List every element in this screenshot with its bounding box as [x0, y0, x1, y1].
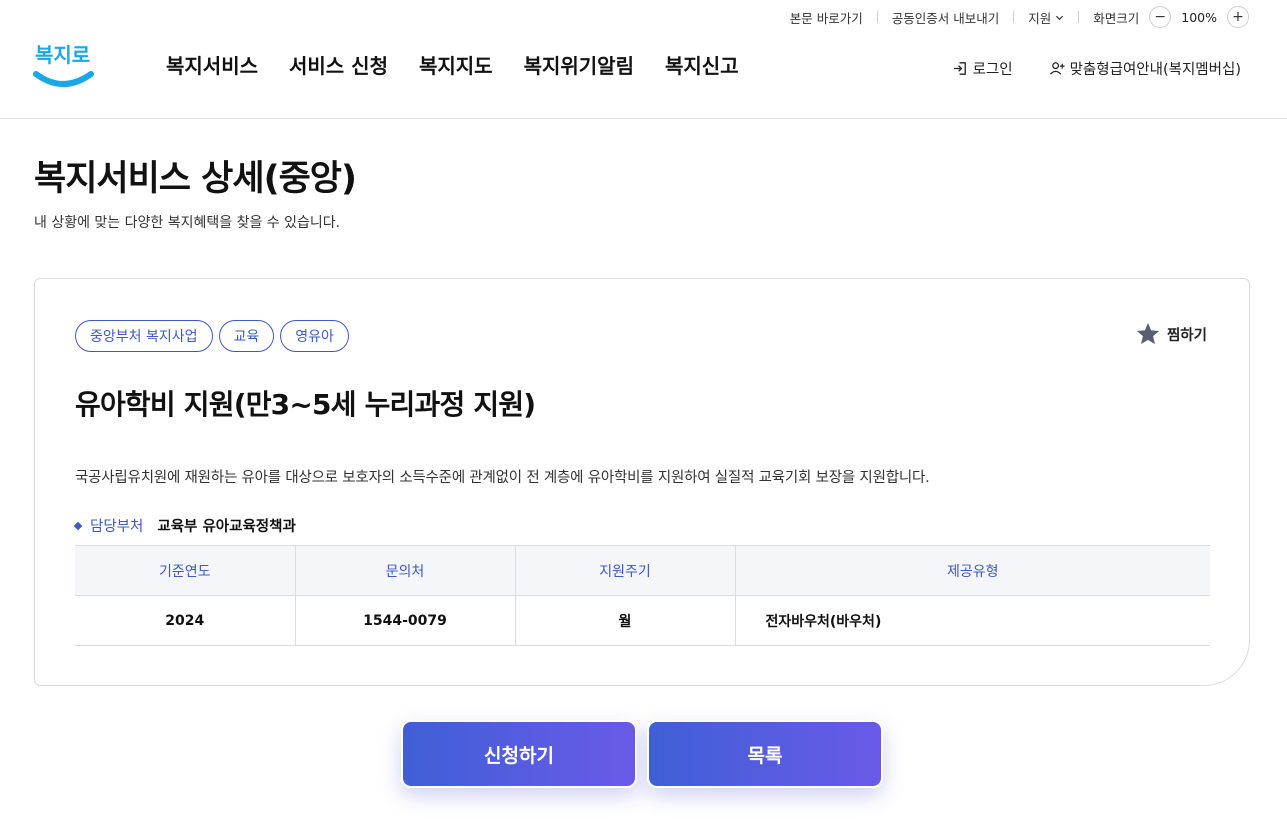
- nav-welfare-services[interactable]: 복지서비스: [166, 50, 258, 79]
- zoom-out-button[interactable]: −: [1149, 6, 1172, 28]
- service-title: 유아학비 지원(만3~5세 누리과정 지원): [75, 388, 536, 421]
- action-buttons: 신청하기 목록: [401, 720, 883, 788]
- department-info: 담당부처 교육부 유아교육정책과: [73, 515, 296, 536]
- page-title: 복지서비스 상세(중앙): [34, 159, 357, 199]
- diamond-bullet-icon: [73, 521, 83, 530]
- login-icon: [953, 62, 966, 75]
- favorite-label: 찜하기: [1166, 327, 1207, 344]
- logo-text: 복지로: [35, 43, 90, 67]
- table-header-row: 기준연도 문의처 지원주기 제공유형: [75, 545, 1210, 596]
- tag-education[interactable]: 교육: [218, 320, 275, 352]
- favorite-button[interactable]: 찜하기: [1135, 321, 1207, 347]
- table-row: 2024 1544-0079 월 전자바우처(바우처): [75, 595, 1210, 646]
- header-provision-type: 제공유형: [734, 545, 1210, 596]
- list-button[interactable]: 목록: [647, 720, 883, 788]
- nav-service-application[interactable]: 서비스 신청: [289, 50, 388, 79]
- department-value: 교육부 유아교육정책과: [157, 519, 296, 535]
- header-base-year: 기준연도: [75, 545, 295, 596]
- service-detail-card: 중앙부처 복지사업 교육 영유아 찜하기 유아학비 지원(만3~5세 누리과정 …: [34, 278, 1250, 686]
- tag-central-ministry[interactable]: 중앙부처 복지사업: [75, 320, 213, 352]
- divider: [1078, 11, 1080, 23]
- membership-label: 맞춤형급여안내(복지멤버십): [1069, 62, 1241, 78]
- service-description: 국공사립유치원에 재원하는 유아를 대상으로 보호자의 소득수준에 관계없이 전…: [75, 470, 930, 486]
- page-subtitle: 내 상황에 맞는 다양한 복지혜택을 찾을 수 있습니다.: [34, 215, 341, 231]
- divider: [1013, 11, 1015, 23]
- cell-provision-type: 전자바우처(바우처): [734, 595, 1210, 646]
- nav-welfare-map[interactable]: 복지지도: [419, 50, 493, 79]
- skip-to-content-link[interactable]: 본문 바로가기: [790, 8, 863, 27]
- apply-button[interactable]: 신청하기: [401, 720, 637, 788]
- support-dropdown[interactable]: 지원: [1028, 8, 1064, 27]
- nav-welfare-crisis-alert[interactable]: 복지위기알림: [524, 50, 634, 79]
- department-label: 담당부처: [90, 519, 144, 535]
- zoom-in-button[interactable]: +: [1227, 6, 1249, 28]
- screen-size-label: 화면크기: [1093, 10, 1140, 26]
- main-navigation: 복지서비스 서비스 신청 복지지도 복지위기알림 복지신고: [166, 50, 739, 79]
- service-tags: 중앙부처 복지사업 교육 영유아: [75, 320, 349, 352]
- user-plus-icon: [1049, 62, 1065, 75]
- login-label: 로그인: [972, 62, 1013, 78]
- header-support-cycle: 지원주기: [514, 545, 735, 596]
- bokjiro-logo[interactable]: 복지로: [33, 36, 95, 92]
- cert-export-link[interactable]: 공동인증서 내보내기: [892, 8, 999, 27]
- header-actions: 로그인 맞춤형급여안내(복지멤버십): [952, 58, 1241, 79]
- service-info-table: 기준연도 문의처 지원주기 제공유형 2024 1544-0079 월 전자바우…: [75, 545, 1210, 646]
- nav-welfare-report[interactable]: 복지신고: [665, 50, 739, 79]
- login-link[interactable]: 로그인: [952, 58, 1013, 79]
- header-divider: [0, 118, 1287, 119]
- header-contact: 문의처: [294, 545, 515, 596]
- utility-bar: 본문 바로가기 공동인증서 내보내기 지원 화면크기 − 100% +: [790, 5, 1249, 29]
- support-label: 지원: [1028, 10, 1052, 26]
- star-icon: [1136, 322, 1160, 345]
- chevron-down-icon: [1056, 15, 1064, 20]
- cell-support-cycle: 월: [514, 595, 735, 646]
- membership-link[interactable]: 맞춤형급여안내(복지멤버십): [1049, 58, 1241, 79]
- zoom-level: 100%: [1181, 9, 1217, 25]
- cell-contact: 1544-0079: [294, 595, 515, 646]
- divider: [876, 11, 878, 23]
- tag-infant[interactable]: 영유아: [280, 320, 349, 352]
- cell-base-year: 2024: [75, 595, 295, 646]
